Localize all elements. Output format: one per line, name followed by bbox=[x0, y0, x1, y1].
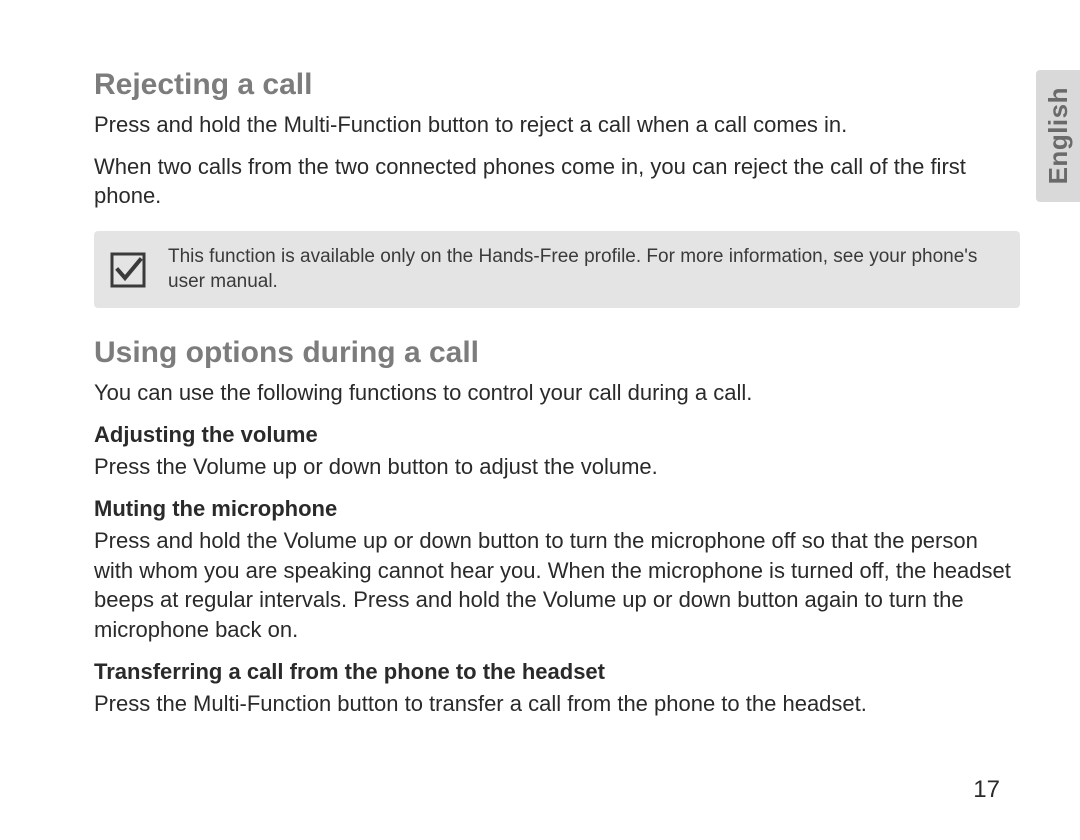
body-text: Press and hold the Volume up or down but… bbox=[94, 526, 1020, 645]
page-number: 17 bbox=[973, 776, 1000, 804]
body-text: Press the Multi-Function button to trans… bbox=[94, 689, 1020, 719]
subheading-transfer: Transferring a call from the phone to th… bbox=[94, 659, 1020, 685]
section-heading-options: Using options during a call bbox=[94, 336, 1020, 370]
section-heading-rejecting: Rejecting a call bbox=[94, 68, 1020, 102]
subheading-mute: Muting the microphone bbox=[94, 496, 1020, 522]
body-text: When two calls from the two connected ph… bbox=[94, 152, 1020, 211]
manual-page: English Rejecting a call Press and hold … bbox=[0, 0, 1080, 840]
subheading-volume: Adjusting the volume bbox=[94, 422, 1020, 448]
note-text: This function is available only on the H… bbox=[168, 245, 1002, 294]
body-text: Press and hold the Multi-Function button… bbox=[94, 110, 1020, 140]
language-tab: English bbox=[1036, 70, 1080, 202]
checkbox-icon bbox=[110, 252, 146, 288]
language-label: English bbox=[1043, 87, 1074, 184]
body-text: Press the Volume up or down button to ad… bbox=[94, 452, 1020, 482]
body-text: You can use the following functions to c… bbox=[94, 378, 1020, 408]
note-box: This function is available only on the H… bbox=[94, 231, 1020, 308]
